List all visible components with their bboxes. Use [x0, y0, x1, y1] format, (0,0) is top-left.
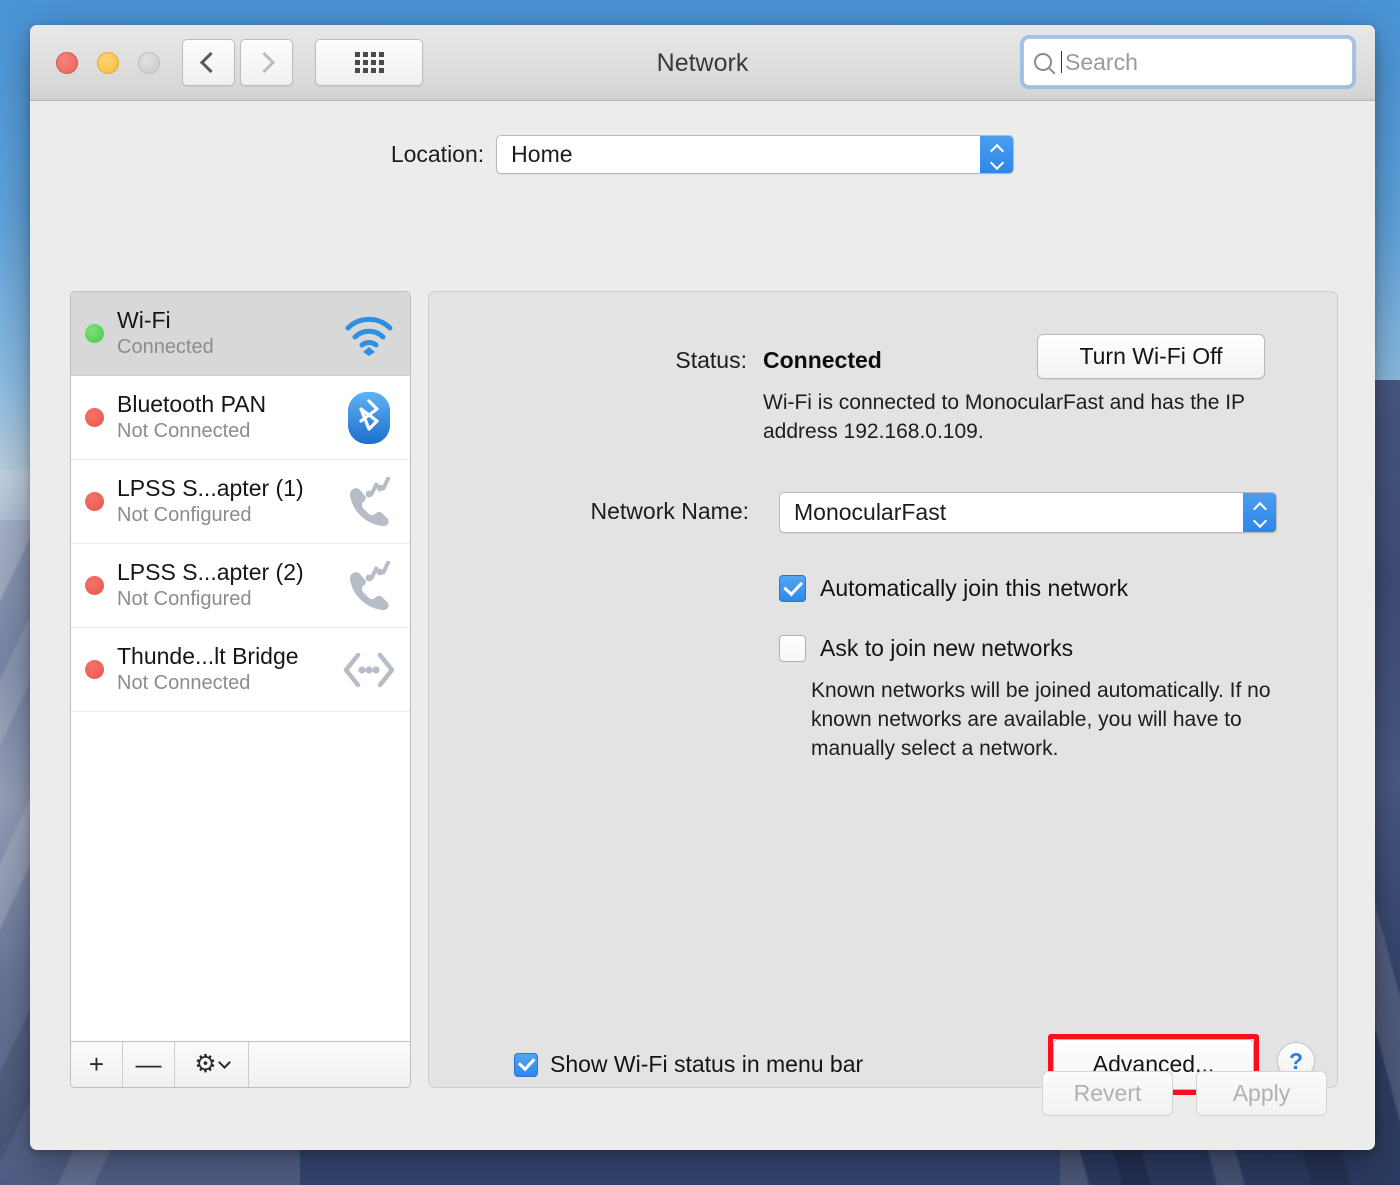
- service-text: LPSS S...apter (1) Not Configured: [117, 475, 340, 527]
- location-row: Location: Home: [30, 135, 1375, 174]
- window-body: Location: Home Wi-Fi Connected Bluetooth…: [30, 101, 1375, 1150]
- sidebar-item-bluetooth-pan[interactable]: Bluetooth PAN Not Connected: [71, 376, 410, 460]
- revert-button[interactable]: Revert: [1042, 1071, 1173, 1116]
- service-text: LPSS S...apter (2) Not Configured: [117, 559, 340, 611]
- service-status: Connected: [117, 335, 214, 358]
- status-dot-red: [85, 492, 104, 511]
- chevron-down-icon: [217, 1055, 231, 1069]
- service-name: LPSS S...apter (1): [117, 475, 304, 502]
- ask-join-label: Ask to join new networks: [820, 635, 1074, 661]
- service-status: Not Configured: [117, 503, 252, 526]
- network-name-stepper-icon[interactable]: [1243, 493, 1276, 532]
- network-name-label: Network Name:: [590, 498, 749, 524]
- remove-service-button[interactable]: —: [123, 1042, 175, 1087]
- location-stepper-icon[interactable]: [980, 136, 1014, 173]
- service-status: Not Configured: [117, 587, 252, 610]
- chevron-up-icon: [991, 145, 1002, 152]
- show-menubar-label: Show Wi-Fi status in menu bar: [550, 1051, 864, 1077]
- service-text: Wi-Fi Connected: [117, 307, 340, 359]
- status-dot-red: [85, 660, 104, 679]
- ask-join-checkbox[interactable]: [779, 635, 806, 662]
- service-text: Bluetooth PAN Not Connected: [117, 391, 340, 443]
- wifi-icon: [340, 305, 398, 363]
- auto-join-checkbox[interactable]: [779, 575, 806, 602]
- status-dot-red: [85, 408, 104, 427]
- add-service-button[interactable]: +: [71, 1042, 123, 1087]
- auto-join-checkbox-row[interactable]: Automatically join this network: [779, 575, 1128, 602]
- service-list: Wi-Fi Connected Bluetooth PAN Not Connec…: [71, 292, 410, 1041]
- status-dot-green: [85, 324, 104, 343]
- sidebar-toolbar: + — ⚙: [71, 1041, 410, 1087]
- service-name: Thunde...lt Bridge: [117, 643, 299, 670]
- wifi-detail-panel: Status: Connected Turn Wi-Fi Off Wi-Fi i…: [428, 291, 1338, 1095]
- thunderbolt-bridge-icon: [340, 641, 398, 699]
- apply-button[interactable]: Apply: [1196, 1071, 1327, 1116]
- footer-buttons: Revert Apply: [1042, 1071, 1327, 1116]
- turn-wifi-off-button[interactable]: Turn Wi-Fi Off: [1037, 334, 1265, 379]
- location-label: Location:: [390, 141, 485, 167]
- service-name: Wi-Fi: [117, 307, 171, 334]
- window-titlebar: Network Search: [30, 25, 1375, 101]
- sidebar-item-thunderbolt-bridge[interactable]: Thunde...lt Bridge Not Connected: [71, 628, 410, 712]
- search-placeholder: Search: [1065, 48, 1138, 75]
- modem-icon: [340, 473, 398, 531]
- service-text: Thunde...lt Bridge Not Connected: [117, 643, 340, 695]
- chevron-up-icon: [1254, 503, 1265, 510]
- service-status: Not Connected: [117, 419, 251, 442]
- modem-icon: [340, 557, 398, 615]
- search-field[interactable]: Search: [1023, 38, 1353, 86]
- sidebar-item-wifi[interactable]: Wi-Fi Connected: [71, 292, 410, 376]
- service-name: Bluetooth PAN: [117, 391, 267, 418]
- location-value: Home: [511, 141, 573, 167]
- service-actions-button[interactable]: ⚙: [175, 1042, 249, 1087]
- location-popup-button[interactable]: Home: [496, 135, 1015, 174]
- sidebar-item-lpss-adapter-2[interactable]: LPSS S...apter (2) Not Configured: [71, 544, 410, 628]
- network-services-sidebar: Wi-Fi Connected Bluetooth PAN Not Connec…: [70, 291, 411, 1088]
- status-dot-red: [85, 576, 104, 595]
- status-label: Status:: [675, 347, 747, 373]
- network-name-value: MonocularFast: [794, 499, 947, 525]
- status-badge: Connected: [763, 347, 882, 373]
- status-description: Wi-Fi is connected to MonocularFast and …: [763, 391, 1245, 443]
- show-menubar-checkbox[interactable]: [514, 1052, 538, 1077]
- sidebar-item-lpss-adapter-1[interactable]: LPSS S...apter (1) Not Configured: [71, 460, 410, 544]
- search-icon: [1034, 53, 1052, 71]
- chevron-down-icon: [991, 157, 1002, 164]
- gear-icon: ⚙: [194, 1050, 217, 1078]
- ask-join-description: Known networks will be joined automatica…: [811, 679, 1271, 760]
- service-status: Not Connected: [117, 671, 251, 694]
- show-menubar-checkbox-row[interactable]: Show Wi-Fi status in menu bar: [514, 1051, 863, 1078]
- toolbar-filler: [249, 1042, 410, 1087]
- chevron-down-icon: [1254, 515, 1265, 522]
- ask-join-checkbox-row[interactable]: Ask to join new networks: [779, 635, 1073, 662]
- auto-join-label: Automatically join this network: [820, 575, 1129, 601]
- network-name-popup-button[interactable]: MonocularFast: [779, 492, 1277, 533]
- bluetooth-icon: [340, 389, 398, 447]
- text-caret: [1061, 51, 1062, 73]
- service-name: LPSS S...apter (2): [117, 559, 304, 586]
- network-preferences-window: Network Search Location: Home Wi-Fi Conn…: [30, 25, 1375, 1150]
